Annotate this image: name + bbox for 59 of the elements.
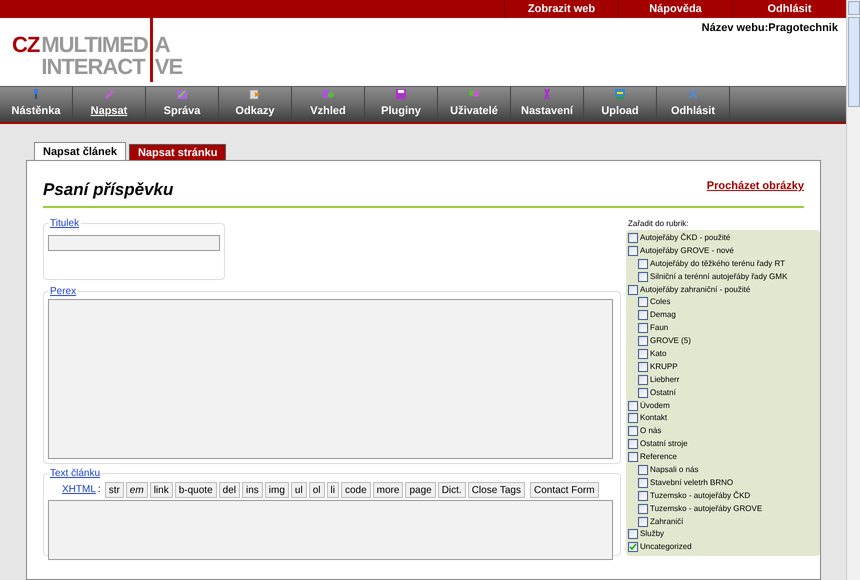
category-label: Napsali o nás	[650, 464, 698, 476]
toolbar-button[interactable]: em	[126, 482, 148, 498]
toolbar-button[interactable]: Dict.	[438, 482, 466, 498]
logo-text: MULTIMED	[41, 34, 148, 56]
toolbar-button[interactable]: img	[264, 482, 289, 498]
colon-text: :	[98, 483, 101, 497]
category-label: O nás	[640, 425, 662, 438]
toolbar-button[interactable]: ins	[242, 482, 263, 498]
perex-label: Perex	[49, 284, 78, 298]
top-link[interactable]: Zobrazit web	[504, 0, 618, 18]
category-label: Ostatní stroje	[640, 438, 688, 450]
site-name: Název webu:Pragotechnik	[702, 21, 839, 36]
category-label: Zahraničí	[650, 516, 684, 528]
logo-letters: CZ	[12, 34, 40, 56]
toolbar-button[interactable]: Close Tags	[468, 482, 525, 498]
category-label: Stavební veletrh BRNO	[650, 476, 734, 489]
category-label: Autojeřáby zahraniční - použité	[640, 284, 750, 296]
logo-text: INTERACT	[41, 56, 146, 78]
category-label: Autojeřáby GROVE - nové	[640, 244, 734, 257]
category-label: Uncategorized	[640, 541, 692, 554]
xhtml-link[interactable]: XHTML	[62, 482, 96, 497]
category-label: Tuzemsko - autojeřáby ČKD	[650, 490, 750, 502]
category-label: KRUPP	[650, 360, 678, 373]
category-label: Kato	[650, 348, 666, 360]
category-label: GROVE (5)	[650, 335, 691, 348]
toolbar-button[interactable]: li	[326, 482, 339, 498]
category-label: Liebherr	[650, 374, 680, 386]
category-label: Autojeřáby do těžkého terénu řady RT	[650, 258, 786, 270]
text-label: Text článku	[49, 466, 102, 480]
category-label: Ostatní	[650, 386, 676, 399]
toolbar-button[interactable]: ol	[308, 482, 325, 498]
toolbar-button[interactable]: more	[372, 482, 404, 498]
category-label: Kontakt	[640, 412, 668, 424]
top-link[interactable]: Nápověda	[618, 0, 732, 18]
toolbar-button[interactable]: str	[104, 482, 124, 498]
toolbar-button[interactable]: ul	[290, 482, 307, 498]
logo-text: A	[154, 34, 171, 56]
category-label: Demag	[650, 309, 676, 322]
browse-images-link[interactable]: Procházet obrázky	[706, 178, 804, 194]
logo-text: VE	[154, 56, 182, 78]
toolbar-button[interactable]: b-quote	[174, 482, 217, 498]
toolbar-button[interactable]: Contact Form	[530, 482, 599, 498]
toolbar-button[interactable]: del	[218, 482, 240, 498]
categories-label: Zařadit do rubrik:	[627, 218, 690, 230]
category-label: Služby	[640, 528, 664, 540]
toolbar-button[interactable]: link	[150, 482, 173, 498]
toolbar-button[interactable]: code	[340, 482, 371, 498]
category-label: Tuzemsko - autojeřáby GROVE	[650, 502, 762, 515]
category-label: Úvodem	[640, 400, 670, 412]
tab[interactable]: Napsat článek	[34, 142, 126, 161]
category-label: Coles	[650, 296, 670, 308]
title-label: Titulek	[49, 216, 80, 230]
category-label: Autojeřáby ČKD - použité	[640, 232, 730, 244]
toolbar-button[interactable]: page	[405, 482, 436, 498]
tab[interactable]: Napsat stránku	[128, 144, 226, 161]
category-label: Faun	[650, 322, 668, 334]
category-label: Reference	[640, 451, 677, 464]
category-label: Silniční a terénní autojeřáby řady GMK	[650, 270, 788, 283]
page-heading: Psaní příspěvku	[43, 179, 174, 201]
